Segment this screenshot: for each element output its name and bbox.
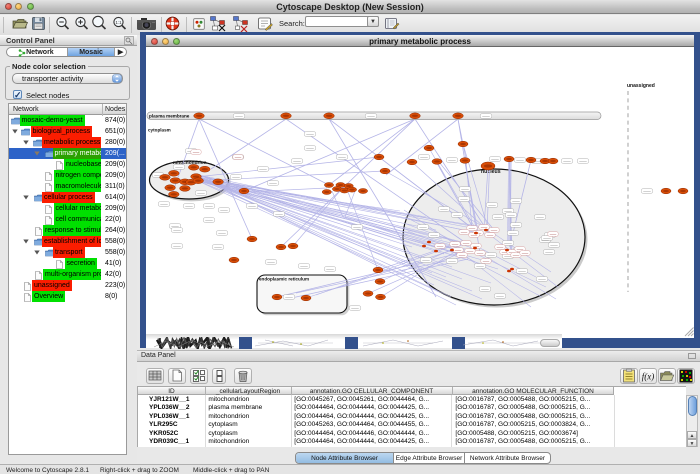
svg-text:f(x): f(x): [642, 372, 655, 382]
svg-text:endoplasmic reticulum: endoplasmic reticulum: [259, 277, 309, 282]
svg-text:1:1: 1:1: [115, 20, 122, 25]
svg-text:cytoplasm: cytoplasm: [148, 128, 171, 133]
svg-text:unassigned: unassigned: [627, 83, 655, 89]
svg-text:plasma membrane: plasma membrane: [149, 114, 190, 119]
